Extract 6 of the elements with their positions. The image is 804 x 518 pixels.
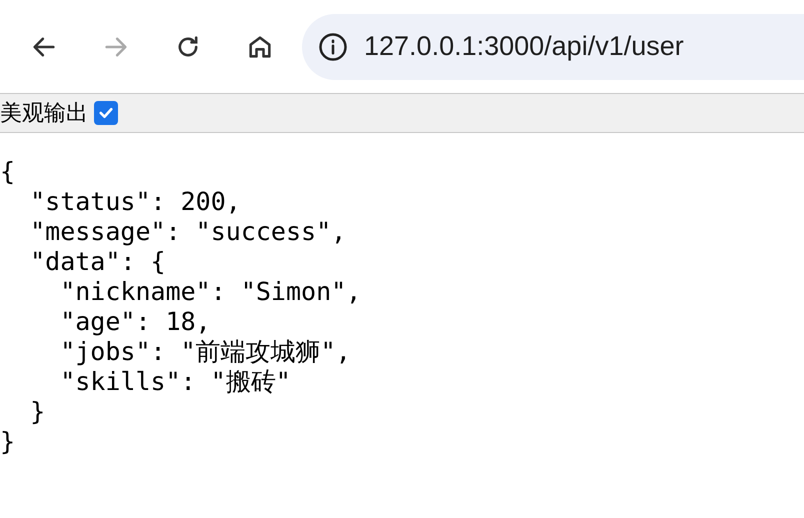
address-bar[interactable]: 127.0.0.1:3000/api/v1/user (302, 14, 804, 80)
json-response: { "status": 200, "message": "success", "data": { "nickname": "Simon", "age": 18, "jobs": "前端攻城狮", "skills": "搬砖" } } (0, 157, 362, 457)
info-icon[interactable] (318, 32, 348, 62)
url-text: 127.0.0.1:3000/api/v1/user (364, 30, 684, 64)
pretty-print-label: 美观输出 (0, 102, 88, 124)
pretty-print-checkbox[interactable] (94, 101, 118, 125)
